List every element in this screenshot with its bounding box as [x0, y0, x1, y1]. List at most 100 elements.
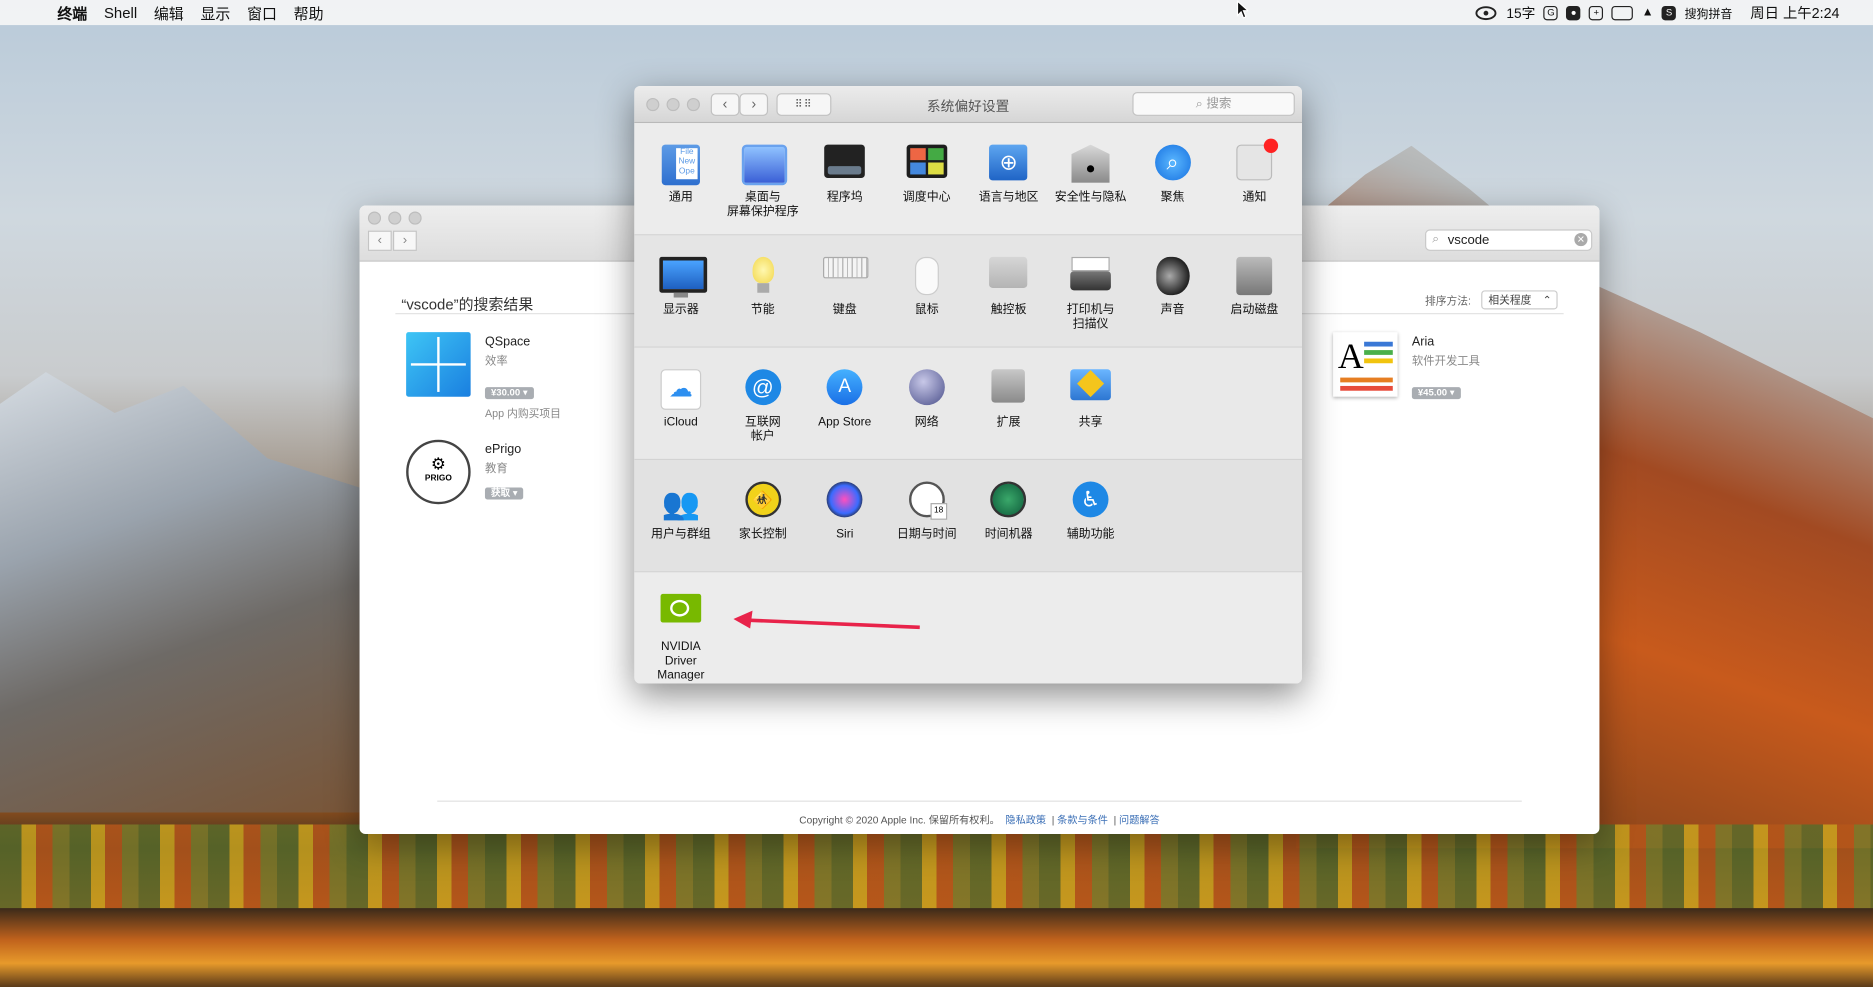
- store-back-button[interactable]: ‹: [367, 230, 392, 251]
- pref-pane-label: 聚焦: [1160, 191, 1185, 205]
- terms-link[interactable]: 条款与条件: [1057, 814, 1108, 826]
- pref-pane-internet-accounts[interactable]: @ 互联网 帐户: [722, 348, 803, 445]
- app-result-aria[interactable]: A Aria 软件开发工具 ¥45.00 ▾: [1333, 332, 1548, 428]
- store-minimize-button[interactable]: [388, 211, 402, 225]
- pref-pane-displays[interactable]: 显示器: [640, 235, 721, 317]
- menu-shell[interactable]: Shell: [104, 4, 137, 21]
- pref-pane-sharing[interactable]: 共享: [1050, 348, 1131, 430]
- wallpaper-lake: [0, 908, 1873, 987]
- pref-pane-notifications[interactable]: 通知: [1214, 123, 1295, 205]
- pref-pane-label: 桌面与 屏幕保护程序: [726, 191, 799, 219]
- pref-pane-dock[interactable]: 程序坞: [804, 123, 885, 205]
- menu-app-terminal[interactable]: 终端: [57, 1, 87, 24]
- menu-help[interactable]: 帮助: [294, 1, 324, 24]
- app-result-eprigo[interactable]: ⚙ PRIGO ePrigo 教育 获取 ▾: [406, 439, 621, 536]
- pref-pane-label: 互联网 帐户: [744, 415, 781, 444]
- pref-pane-label: 调度中心: [902, 191, 951, 205]
- pref-pane-label: iCloud: [663, 415, 698, 429]
- pref-pane-label: 扩展: [996, 415, 1021, 429]
- internet-accounts-icon: @: [741, 369, 784, 412]
- pref-pane-mouse[interactable]: 鼠标: [886, 235, 967, 317]
- pref-pane-general[interactable]: File New Ope 通用: [640, 123, 721, 205]
- pref-pane-nvidia[interactable]: NVIDIA Driver Manager: [640, 572, 721, 683]
- pref-pane-label: 打印机与 扫描仪: [1066, 303, 1115, 331]
- prefs-titlebar: ‹ › ⠿⠿ 系统偏好设置 ⌕ 搜索: [634, 86, 1303, 124]
- price-button[interactable]: ¥45.00 ▾: [1411, 387, 1461, 400]
- pref-pane-spotlight[interactable]: ⌕ 聚焦: [1132, 123, 1213, 205]
- pref-pane-energy-saver[interactable]: 节能: [722, 235, 803, 317]
- annotation-arrow-icon: [733, 610, 920, 630]
- menubar-clock[interactable]: 周日 上午2:24: [1750, 2, 1839, 22]
- pref-pane-mission-control[interactable]: 调度中心: [886, 123, 967, 205]
- network-icon: [905, 369, 948, 412]
- pref-pane-app-store[interactable]: A App Store: [804, 348, 885, 430]
- grid-status-icon[interactable]: +: [1589, 5, 1604, 20]
- general-icon: File New Ope: [659, 144, 702, 188]
- pref-pane-trackpad[interactable]: 触控板: [968, 235, 1049, 317]
- privacy-link[interactable]: 隐私政策: [1005, 814, 1046, 826]
- pref-pane-printers-scanners[interactable]: 打印机与 扫描仪: [1050, 235, 1131, 332]
- pref-pane-startup-disk[interactable]: 启动磁盘: [1214, 235, 1295, 317]
- menu-window[interactable]: 窗口: [247, 1, 277, 24]
- pref-pane-users-groups[interactable]: 👥 用户与群组: [640, 460, 721, 542]
- pref-pane-label: 节能: [750, 303, 775, 317]
- copyright-text: Copyright © 2020 Apple Inc. 保留所有权利。: [799, 813, 1000, 826]
- mouse-cursor-icon: [1236, 0, 1249, 19]
- pref-pane-language-region[interactable]: ⊕ 语言与地区: [968, 123, 1049, 205]
- pref-pane-network[interactable]: 网络: [886, 348, 967, 430]
- icloud-icon: ☁: [659, 369, 702, 412]
- status-icon-a[interactable]: G: [1543, 5, 1559, 20]
- eject-icon[interactable]: ▲: [1642, 6, 1654, 19]
- display-status-icon[interactable]: [1611, 5, 1634, 20]
- pref-pane-security-privacy[interactable]: ● 安全性与隐私: [1050, 123, 1131, 205]
- pref-pane-icloud[interactable]: ☁ iCloud: [640, 348, 721, 430]
- store-footer: Copyright © 2020 Apple Inc. 保留所有权利。 隐私政策…: [799, 813, 1160, 826]
- prefs-row-1: File New Ope 通用 桌面与 屏幕保护程序 程序坞 调度中心 ⊕ 语言与地区 ● 安全性与…: [634, 123, 1303, 236]
- faq-link[interactable]: 问题解答: [1119, 814, 1160, 826]
- pref-pane-label: 家长控制: [738, 528, 787, 542]
- trackpad-icon: [987, 256, 1030, 300]
- pref-pane-sound[interactable]: 声音: [1132, 235, 1213, 317]
- ime-name[interactable]: 搜狗拼音: [1685, 4, 1733, 22]
- time-machine-icon: [987, 481, 1030, 525]
- pref-pane-desktop-screensaver[interactable]: 桌面与 屏幕保护程序: [722, 123, 803, 220]
- pref-pane-parental-controls[interactable]: 🚸 家长控制: [722, 460, 803, 542]
- store-search-input[interactable]: ⌕ vscode ✕: [1425, 229, 1593, 251]
- pref-pane-siri[interactable]: Siri: [804, 460, 885, 542]
- footer-divider: [437, 800, 1522, 802]
- pref-pane-accessibility[interactable]: ♿ 辅助功能: [1050, 460, 1131, 542]
- pref-pane-label: 触控板: [990, 303, 1027, 317]
- startup-disk-icon: [1233, 256, 1276, 300]
- app-result-qspace[interactable]: QSpace 效率 ¥30.00 ▾ App 内购买项目: [406, 332, 621, 428]
- pref-pane-date-time[interactable]: 18 日期与时间: [886, 460, 967, 542]
- mouse-icon: [905, 256, 948, 300]
- pref-pane-keyboard[interactable]: 键盘: [804, 235, 885, 317]
- keyboard-icon: [823, 256, 869, 300]
- pref-pane-label: 键盘: [832, 303, 857, 317]
- printers-scanners-icon: [1069, 256, 1112, 300]
- sort-value: 相关程度: [1488, 293, 1532, 306]
- menu-view[interactable]: 显示: [200, 1, 230, 24]
- nvidia-status-icon[interactable]: [1474, 5, 1498, 20]
- store-forward-button[interactable]: ›: [392, 230, 417, 251]
- clear-search-icon[interactable]: ✕: [1574, 233, 1588, 247]
- dock-icon: [823, 144, 866, 188]
- pref-pane-label: 日期与时间: [896, 528, 957, 542]
- sogou-icon[interactable]: S: [1661, 5, 1677, 20]
- menu-edit[interactable]: 编辑: [154, 1, 184, 24]
- sort-select[interactable]: 相关程度 ⌃: [1481, 290, 1558, 310]
- store-close-button[interactable]: [367, 211, 382, 225]
- microphone-icon[interactable]: ●: [1566, 5, 1581, 20]
- store-zoom-button[interactable]: [408, 211, 422, 225]
- store-search-value: vscode: [1447, 233, 1490, 248]
- price-button[interactable]: ¥30.00 ▾: [484, 387, 534, 400]
- siri-icon: [823, 481, 866, 525]
- prefs-search-input[interactable]: ⌕ 搜索: [1132, 92, 1295, 116]
- get-button[interactable]: 获取 ▾: [484, 487, 524, 500]
- pref-pane-extensions[interactable]: 扩展: [968, 348, 1049, 430]
- char-count[interactable]: 15字: [1506, 3, 1535, 22]
- app-category: 教育: [484, 462, 508, 476]
- app-name: QSpace: [484, 334, 531, 349]
- app-name: ePrigo: [484, 442, 522, 457]
- pref-pane-time-machine[interactable]: 时间机器: [968, 460, 1049, 542]
